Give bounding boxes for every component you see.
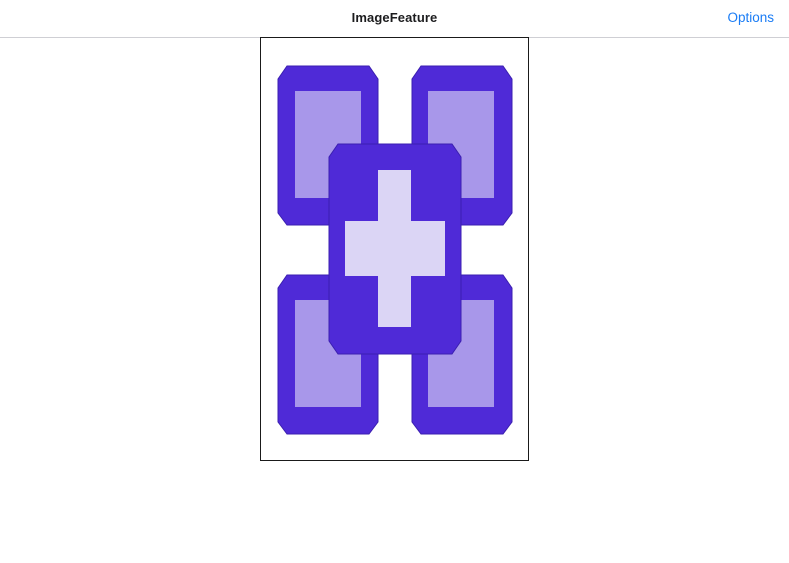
page-title: ImageFeature: [351, 10, 438, 25]
navigation-bar: ImageFeature Options: [0, 0, 789, 38]
feature-graphic-icon: [277, 65, 513, 435]
center-block: [328, 143, 462, 355]
image-view: [260, 37, 529, 461]
app-screen: ImageFeature Options: [0, 0, 789, 563]
options-button[interactable]: Options: [727, 10, 774, 25]
